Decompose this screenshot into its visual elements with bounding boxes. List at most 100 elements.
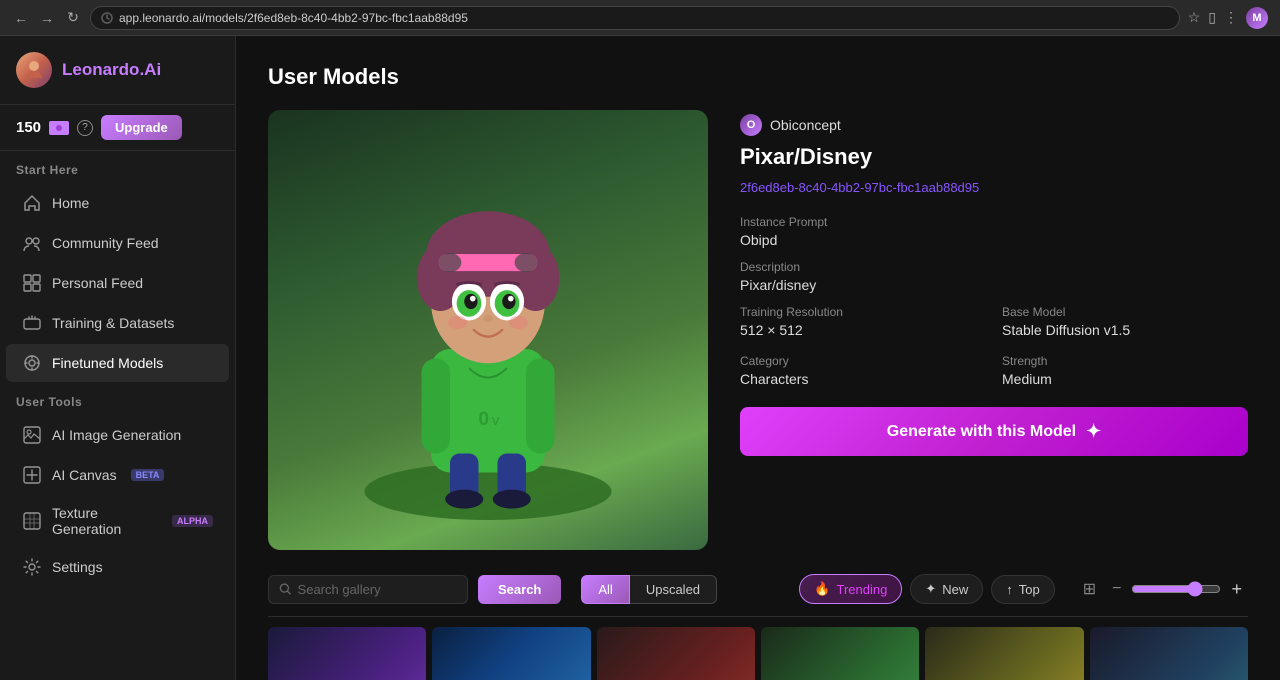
generate-label: Generate with this Model	[887, 423, 1076, 441]
section-tools-label: User Tools	[0, 383, 235, 415]
category-value: Characters	[740, 371, 986, 387]
strength-label: Strength	[1002, 354, 1248, 368]
texture-label: Texture Generation	[52, 505, 158, 537]
sidebar-item-training[interactable]: Training & Datasets	[6, 304, 229, 342]
texture-badge: ALPHA	[172, 515, 213, 527]
section-start-label: Start Here	[0, 151, 235, 183]
upgrade-button[interactable]: Upgrade	[101, 115, 182, 140]
credits-token-icon	[49, 121, 69, 135]
grid-view-button[interactable]: ⊞	[1077, 575, 1102, 603]
community-icon	[22, 233, 42, 253]
sidebar-item-community-feed[interactable]: Community Feed	[6, 224, 229, 262]
zoom-slider[interactable]	[1131, 581, 1221, 597]
trending-icon: 🔥	[814, 581, 830, 597]
view-controls: ⊞ − +	[1077, 575, 1248, 604]
bookmark-icon[interactable]: ☆	[1188, 9, 1201, 26]
user-avatar[interactable]: M	[1246, 7, 1268, 29]
base-model-label: Base Model	[1002, 305, 1248, 319]
sidebar-item-texture[interactable]: Texture Generation ALPHA	[6, 496, 229, 546]
ai-image-label: AI Image Generation	[52, 427, 181, 443]
gallery-thumb-4[interactable]	[761, 627, 919, 680]
logo-avatar	[16, 52, 52, 88]
description-value: Pixar/disney	[740, 277, 1248, 293]
strength-value: Medium	[1002, 371, 1248, 387]
instance-prompt-label: Instance Prompt	[740, 215, 1248, 229]
sidebar-item-finetuned[interactable]: Finetuned Models	[6, 344, 229, 382]
texture-icon	[22, 511, 42, 531]
description-label: Description	[740, 260, 1248, 274]
zoom-slider-container	[1131, 581, 1221, 597]
generate-button[interactable]: Generate with this Model ✦	[740, 407, 1248, 456]
sidebar-item-settings[interactable]: Settings	[6, 548, 229, 586]
menu-icon[interactable]: ⋮	[1224, 9, 1238, 26]
extensions-icon[interactable]: ▯	[1208, 9, 1216, 26]
canvas-label: AI Canvas	[52, 467, 117, 483]
home-label: Home	[52, 195, 89, 211]
sidebar-item-canvas[interactable]: AI Canvas BETA	[6, 456, 229, 494]
credits-count: 150	[16, 119, 41, 136]
sidebar: Leonardo.Ai 150 ? Upgrade Start Here Hom…	[0, 36, 236, 680]
sidebar-item-ai-image[interactable]: AI Image Generation	[6, 416, 229, 454]
settings-icon	[22, 557, 42, 577]
forward-button[interactable]: →	[38, 9, 56, 27]
gallery-thumb-1[interactable]	[268, 627, 426, 680]
personal-feed-icon	[22, 273, 42, 293]
browser-actions: ☆ ▯ ⋮ M	[1188, 7, 1268, 29]
gallery-thumb-5[interactable]	[925, 627, 1083, 680]
generate-icon: ✦	[1086, 421, 1101, 442]
sidebar-credits: 150 ? Upgrade	[0, 105, 235, 151]
model-image-container: 0 v	[268, 110, 708, 550]
creator-avatar: O	[740, 114, 762, 136]
instance-prompt-value: Obipd	[740, 232, 1248, 248]
sidebar-item-home[interactable]: Home	[6, 184, 229, 222]
sort-top-button[interactable]: ↑ Top	[991, 575, 1054, 604]
expand-button[interactable]: +	[1225, 575, 1248, 604]
gallery-search-container	[268, 575, 468, 604]
training-label: Training & Datasets	[52, 315, 174, 331]
svg-text:v: v	[492, 412, 500, 429]
canvas-badge: BETA	[131, 469, 165, 481]
filter-upscaled-button[interactable]: Upscaled	[630, 575, 717, 604]
training-res-label: Training Resolution	[740, 305, 986, 319]
gallery-sort: 🔥 Trending ✦ New ↑ Top	[799, 574, 1054, 604]
refresh-button[interactable]: ↻	[64, 9, 82, 27]
gallery-thumb-2[interactable]	[432, 627, 590, 680]
sort-new-button[interactable]: ✦ New	[910, 574, 983, 604]
category-item: Category Characters	[740, 354, 986, 387]
filter-buttons: All Upscaled	[581, 575, 717, 604]
sort-trending-button[interactable]: 🔥 Trending	[799, 574, 902, 604]
logo-text: Leonardo.Ai	[62, 60, 161, 80]
svg-text:0: 0	[479, 409, 490, 430]
shrink-button[interactable]: −	[1106, 576, 1127, 602]
search-button[interactable]: Search	[478, 575, 561, 604]
new-label: New	[942, 582, 968, 597]
gallery-controls: Search All Upscaled 🔥 Trending ✦ New ↑ T…	[268, 574, 1248, 617]
address-bar[interactable]: app.leonardo.ai/models/2f6ed8eb-8c40-4bb…	[90, 6, 1180, 30]
model-image: 0 v	[268, 110, 708, 550]
trending-label: Trending	[837, 582, 888, 597]
category-label: Category	[740, 354, 986, 368]
page-title: User Models	[268, 64, 1248, 90]
settings-label: Settings	[52, 559, 103, 575]
gallery-thumb-3[interactable]	[597, 627, 755, 680]
top-label: Top	[1019, 582, 1040, 597]
model-id: 2f6ed8eb-8c40-4bb2-97bc-fbc1aab88d95	[740, 180, 1248, 195]
back-button[interactable]: ←	[12, 9, 30, 27]
training-icon	[22, 313, 42, 333]
new-icon: ✦	[925, 581, 936, 597]
character-illustration: 0 v	[348, 140, 628, 520]
strength-item: Strength Medium	[1002, 354, 1248, 387]
main-content: User Models 0 v	[236, 36, 1280, 680]
sidebar-item-personal-feed[interactable]: Personal Feed	[6, 264, 229, 302]
model-detail: 0 v	[268, 110, 1248, 550]
gallery-row	[268, 617, 1248, 680]
filter-all-button[interactable]: All	[581, 575, 629, 604]
sidebar-logo: Leonardo.Ai	[0, 36, 235, 105]
finetuned-label: Finetuned Models	[52, 355, 163, 371]
credits-help-icon[interactable]: ?	[77, 120, 93, 136]
gallery-thumb-6[interactable]	[1090, 627, 1248, 680]
model-info: O Obiconcept Pixar/Disney 2f6ed8eb-8c40-…	[740, 110, 1248, 550]
top-icon: ↑	[1006, 582, 1013, 597]
gallery-search-input[interactable]	[298, 582, 457, 597]
base-model-item: Base Model Stable Diffusion v1.5	[1002, 305, 1248, 338]
